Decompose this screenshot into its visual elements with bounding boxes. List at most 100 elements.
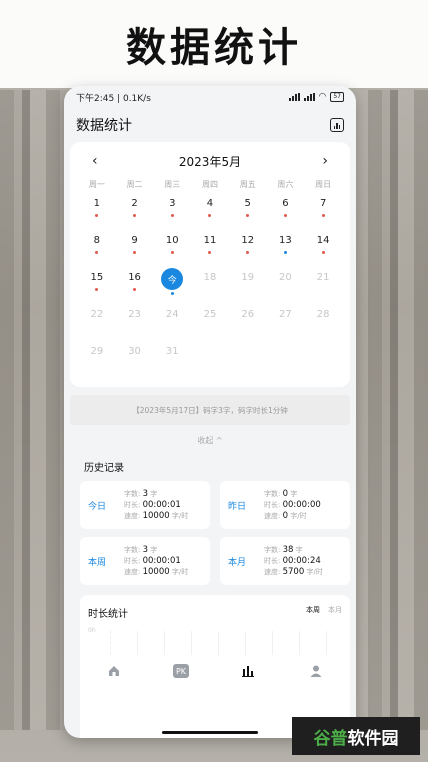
axis-zero-label: 0h bbox=[88, 627, 96, 634]
count-value: 3 bbox=[142, 544, 149, 555]
day-number: 19 bbox=[241, 272, 255, 283]
speed-label: 速度: bbox=[124, 511, 141, 520]
month-label: 2023年5月 bbox=[178, 154, 242, 169]
day-number: 10 bbox=[165, 235, 179, 246]
stats-rows: 字数: 3 字时长: 00:00:01 速度: 10000 字/时 bbox=[124, 545, 188, 578]
tab-month[interactable]: 本月 bbox=[328, 605, 342, 615]
calendar-day[interactable]: 24 bbox=[153, 303, 191, 340]
signal-icon bbox=[288, 93, 300, 101]
calendar-day[interactable]: 1 bbox=[78, 192, 116, 229]
duration-label: 时长: bbox=[264, 500, 281, 509]
count-label: 字数: bbox=[264, 545, 281, 554]
page-title: 数据统计 bbox=[76, 118, 132, 134]
day-number: 14 bbox=[316, 235, 330, 246]
history-title: 历史记录 bbox=[84, 463, 124, 474]
profile-icon[interactable] bbox=[307, 662, 325, 680]
weekday-label: 周二 bbox=[126, 179, 143, 189]
count-value: 38 bbox=[282, 544, 294, 555]
record-dot bbox=[133, 251, 137, 254]
calendar-day[interactable]: 29 bbox=[78, 340, 116, 377]
calendar-day[interactable]: 20 bbox=[267, 266, 305, 303]
history-card[interactable]: 本月 字数: 38 字时长: 00:00:24 速度: 5700 字/时 bbox=[220, 537, 350, 585]
calendar-day[interactable]: 今 bbox=[153, 266, 191, 303]
banner: 数据统计 bbox=[0, 0, 428, 88]
duration-label: 时长: bbox=[264, 556, 281, 565]
calendar-grid: 1 2 3 4 5 6 7 8 9 10 11 12 13 14 15 16 今 18 19 20 21 22 23 24 25… bbox=[78, 192, 342, 377]
day-number: 18 bbox=[203, 272, 217, 283]
duration-value: 00:00:01 bbox=[142, 499, 181, 510]
record-dot bbox=[95, 214, 99, 217]
banner-title: 数据统计 bbox=[126, 25, 302, 71]
calendar-day[interactable]: 12 bbox=[229, 229, 267, 266]
history-cards: 今日 字数: 3 字时长: 00:00:01 速度: 10000 字/时 昨日 字数: … bbox=[64, 473, 356, 585]
calendar-day[interactable]: 8 bbox=[78, 229, 116, 266]
pk-icon[interactable]: PK bbox=[173, 664, 189, 678]
calendar-day[interactable]: 16 bbox=[116, 266, 154, 303]
tab-week[interactable]: 本周 bbox=[306, 605, 320, 615]
calendar-day[interactable]: 22 bbox=[78, 303, 116, 340]
home-icon[interactable] bbox=[105, 662, 123, 680]
day-number: 15 bbox=[90, 272, 104, 283]
record-dot bbox=[208, 251, 212, 254]
record-dot bbox=[321, 214, 325, 217]
chevron-right-icon[interactable]: › bbox=[322, 153, 328, 169]
record-dot bbox=[133, 214, 137, 217]
calendar-day[interactable]: 30 bbox=[116, 340, 154, 377]
calendar-day[interactable]: 14 bbox=[304, 229, 342, 266]
watermark-logo: 谷普 软件园 bbox=[292, 717, 420, 755]
count-value: 3 bbox=[142, 488, 149, 499]
calendar-day[interactable]: 5 bbox=[229, 192, 267, 229]
bar-chart-icon[interactable] bbox=[330, 118, 344, 132]
page-header: 数据统计 bbox=[64, 108, 356, 142]
record-dot bbox=[170, 214, 174, 217]
calendar-day[interactable]: 3 bbox=[153, 192, 191, 229]
day-number: 2 bbox=[131, 198, 138, 209]
duration-value: 00:00:01 bbox=[142, 555, 181, 566]
status-icons: ◠ 57 bbox=[288, 92, 344, 102]
collapse-toggle[interactable]: 收起 ^ bbox=[64, 435, 356, 449]
calendar-day[interactable]: 27 bbox=[267, 303, 305, 340]
calendar-day[interactable]: 7 bbox=[304, 192, 342, 229]
calendar-day[interactable]: 13 bbox=[267, 229, 305, 266]
duration-value: 00:00:24 bbox=[282, 555, 321, 566]
calendar-day[interactable]: 25 bbox=[191, 303, 229, 340]
history-card[interactable]: 昨日 字数: 0 字时长: 00:00:00 速度: 0 字/时 bbox=[220, 481, 350, 529]
day-number: 13 bbox=[279, 235, 292, 246]
day-number: 29 bbox=[90, 346, 104, 357]
calendar-day[interactable]: 23 bbox=[116, 303, 154, 340]
speed-label: 速度: bbox=[264, 511, 281, 520]
weekday-label: 周日 bbox=[315, 179, 332, 189]
stats-icon[interactable] bbox=[239, 662, 257, 680]
calendar-day[interactable]: 4 bbox=[191, 192, 229, 229]
day-number: 27 bbox=[279, 309, 292, 320]
status-time: 下午2:45 | 0.1K/s bbox=[76, 93, 151, 104]
history-card[interactable]: 今日 字数: 3 字时长: 00:00:01 速度: 10000 字/时 bbox=[80, 481, 210, 529]
count-unit: 字 bbox=[150, 545, 158, 554]
weekday-label: 周四 bbox=[201, 179, 218, 189]
record-dot bbox=[170, 292, 174, 295]
day-number: 3 bbox=[169, 198, 176, 209]
duration-label: 时长: bbox=[124, 556, 141, 565]
speed-value: 10000 bbox=[142, 566, 170, 577]
day-number: 23 bbox=[128, 309, 141, 320]
period-label: 今日 bbox=[88, 501, 107, 512]
calendar-day[interactable]: 9 bbox=[116, 229, 154, 266]
day-number: 7 bbox=[319, 198, 327, 209]
calendar-day[interactable]: 21 bbox=[304, 266, 342, 303]
chevron-left-icon[interactable]: ‹ bbox=[92, 153, 98, 169]
duration-label: 时长: bbox=[124, 500, 141, 509]
calendar-day[interactable]: 31 bbox=[153, 340, 191, 377]
count-unit: 字 bbox=[290, 489, 298, 498]
calendar-day[interactable]: 15 bbox=[78, 266, 116, 303]
calendar-day[interactable]: 26 bbox=[229, 303, 267, 340]
day-number: 16 bbox=[128, 272, 141, 283]
calendar-day[interactable]: 6 bbox=[267, 192, 305, 229]
history-card[interactable]: 本周 字数: 3 字时长: 00:00:01 速度: 10000 字/时 bbox=[80, 537, 210, 585]
calendar-day[interactable]: 28 bbox=[304, 303, 342, 340]
calendar-day[interactable]: 18 bbox=[191, 266, 229, 303]
calendar-day[interactable]: 10 bbox=[153, 229, 191, 266]
calendar-day[interactable]: 2 bbox=[116, 192, 154, 229]
calendar-day[interactable]: 19 bbox=[229, 266, 267, 303]
count-unit: 字 bbox=[295, 545, 303, 554]
calendar-day[interactable]: 11 bbox=[191, 229, 229, 266]
